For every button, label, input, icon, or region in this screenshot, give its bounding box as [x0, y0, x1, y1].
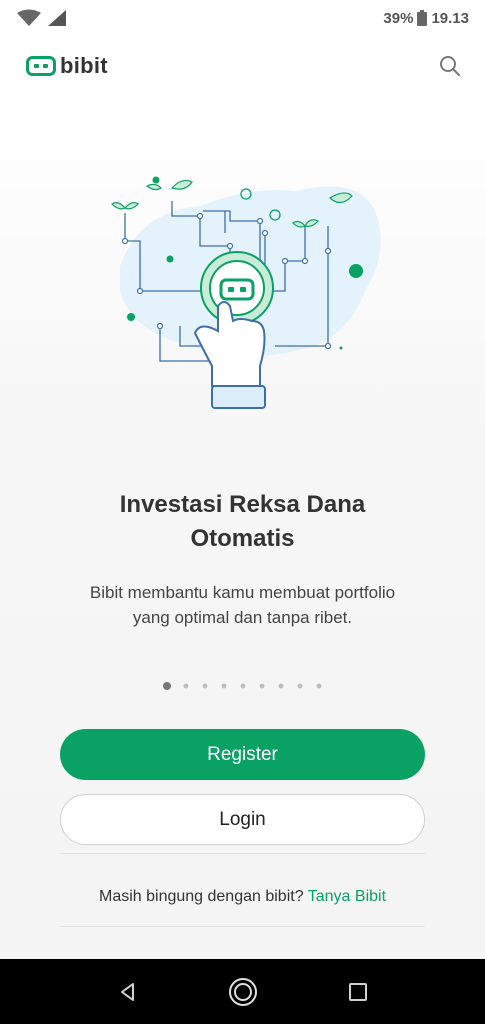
page-dot[interactable]	[202, 683, 207, 689]
home-icon	[228, 977, 257, 1006]
page-dot[interactable]	[316, 683, 321, 689]
status-bar: 39% 19.13	[0, 0, 485, 36]
slide-title-line1: Investasi Reksa Dana	[119, 491, 366, 518]
onboarding-content: Investasi Reksa Dana Otomatis Bibit memb…	[0, 96, 485, 959]
clock: 19.13	[431, 9, 469, 27]
page-dot[interactable]	[183, 683, 188, 689]
slide-title: Investasi Reksa Dana Otomatis	[40, 488, 445, 556]
divider	[60, 853, 425, 854]
ask-bibit-link[interactable]: Tanya Bibit	[308, 888, 386, 905]
app-name: bibit	[60, 53, 108, 78]
back-icon	[120, 982, 134, 1001]
register-button-label: Register	[207, 743, 278, 765]
register-button[interactable]: Register	[60, 729, 425, 780]
wifi-icon	[17, 9, 41, 26]
back-button[interactable]	[108, 972, 148, 1012]
page-dot[interactable]	[297, 683, 302, 689]
page-dot[interactable]	[162, 682, 171, 690]
page-dot[interactable]	[278, 683, 283, 689]
page-dot[interactable]	[240, 683, 245, 689]
home-button[interactable]	[223, 972, 263, 1012]
slide-description: Bibit membantu kamu membuat portfolio ya…	[40, 580, 445, 630]
status-icons	[16, 9, 68, 27]
help-text: Masih bingung dengan bibit?	[98, 888, 304, 905]
robot-hand-illustration	[111, 176, 381, 409]
slide-desc-line1: Bibit membantu kamu membuat portfolio	[89, 583, 396, 602]
bibit-logo-icon	[26, 56, 56, 76]
page-dot[interactable]	[259, 683, 264, 689]
system-nav-bar	[0, 959, 485, 1024]
slide-title-line2: Otomatis	[190, 525, 295, 552]
app-logo: bibit	[26, 53, 108, 79]
app-header: bibit	[0, 36, 485, 96]
page-indicator[interactable]	[0, 682, 485, 690]
search-icon	[440, 56, 460, 76]
login-button[interactable]: Login	[60, 794, 425, 845]
recents-icon	[348, 982, 367, 1001]
recents-button[interactable]	[338, 972, 378, 1012]
status-right: 39% 19.13	[383, 10, 469, 27]
signal-icon	[48, 10, 66, 26]
help-row: Masih bingung dengan bibit? Tanya Bibit	[60, 888, 425, 906]
battery-icon	[417, 10, 428, 26]
battery-percent: 39%	[383, 9, 414, 27]
login-button-label: Login	[219, 808, 266, 830]
divider-bottom	[60, 926, 425, 927]
page-dot[interactable]	[221, 683, 226, 689]
search-button[interactable]	[435, 51, 465, 81]
slide-desc-line2: yang optimal dan tanpa ribet.	[132, 608, 353, 627]
